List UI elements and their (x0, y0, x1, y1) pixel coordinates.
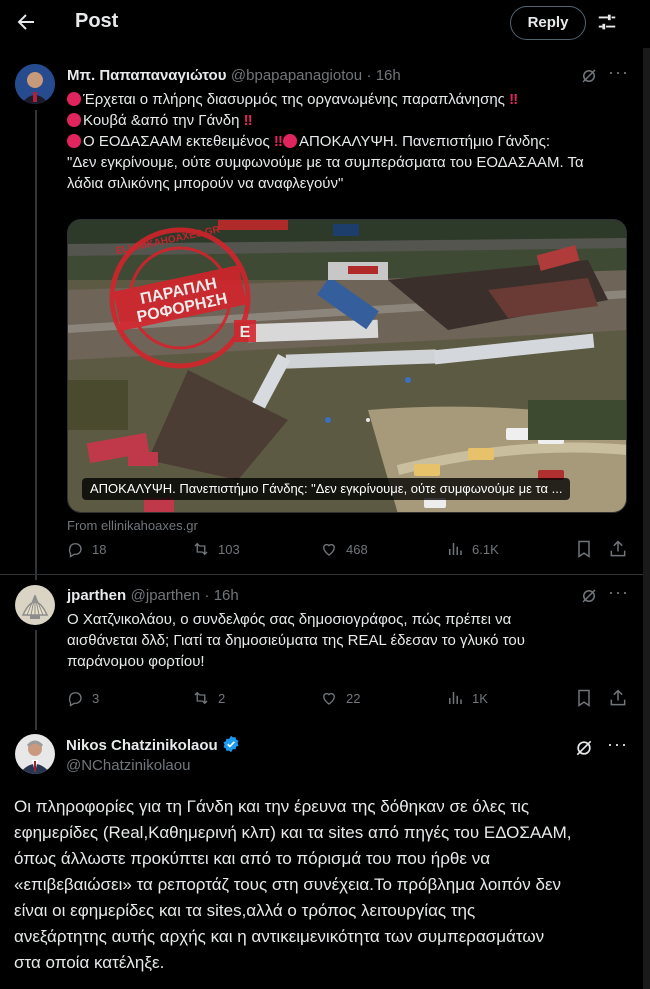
like-icon (323, 543, 335, 556)
grok-icon[interactable] (580, 587, 598, 605)
share-icon[interactable] (608, 688, 628, 708)
reply-icon (68, 543, 82, 558)
like-count: 22 (346, 690, 361, 706)
timestamp[interactable]: · 16h (367, 67, 401, 84)
tweet-actions: 3 2 22 1K (66, 688, 631, 710)
like-action[interactable]: 22 (320, 688, 360, 708)
tweet-text: Οι πληροφορίες για τη Γάνδη και την έρευ… (14, 797, 572, 972)
tweet-text: Ο Χατζνικολάου, ο συνδελφός σας δημοσιογ… (67, 611, 525, 670)
tweet[interactable]: jparthen @jparthen · 16h ··· Ο Χατζνικολ… (0, 575, 643, 715)
red-circle-icon (282, 134, 297, 148)
view-count: 6.1K (472, 541, 499, 557)
views-action[interactable]: 6.1K (446, 539, 499, 559)
grok-icon[interactable] (574, 738, 594, 758)
more-icon[interactable]: ··· (608, 583, 628, 606)
scrollbar[interactable] (643, 48, 650, 989)
views-icon (449, 692, 462, 704)
author-handle[interactable]: @jparthen (131, 587, 200, 604)
views-icon (449, 543, 462, 555)
tweet-actions: 18 103 468 6.1K (66, 539, 631, 561)
link-source[interactable]: From ellinikahoaxes.gr (67, 518, 198, 533)
reply-action[interactable]: 18 (66, 539, 106, 559)
repost-icon (194, 542, 208, 556)
author-handle[interactable]: @NChatzinikolaou (66, 757, 190, 774)
svg-text:E: E (240, 324, 251, 341)
red-circle-icon (67, 134, 81, 148)
more-icon[interactable]: ··· (608, 63, 628, 86)
repost-count: 103 (218, 541, 240, 557)
red-circle-icon (67, 92, 81, 106)
reply-icon (68, 692, 82, 707)
author-name[interactable]: Μπ. Παπαπαναγιώτου (67, 67, 226, 84)
avatar[interactable] (15, 64, 55, 104)
link-card-image[interactable]: ΠΑΡΑΠΛΗ ΡΟΦΟΡΗΣΗ E ELLINIKAHOAXES.GR ΑΠΟ… (67, 219, 627, 513)
views-action[interactable]: 1K (446, 688, 488, 708)
repost-action[interactable]: 2 (192, 688, 225, 708)
share-icon[interactable] (608, 539, 628, 559)
view-count: 1K (472, 690, 488, 706)
repost-count: 2 (218, 690, 226, 706)
avatar[interactable] (15, 734, 55, 774)
settings-sliders-icon[interactable] (596, 11, 618, 33)
reply-action[interactable]: 3 (66, 688, 99, 708)
timestamp[interactable]: · 16h (205, 587, 239, 604)
author-name[interactable]: jparthen (67, 587, 126, 604)
like-icon (323, 692, 335, 705)
top-bar: Post Reply (0, 0, 650, 46)
bookmark-icon[interactable] (574, 539, 594, 559)
page-title: Post (75, 10, 119, 32)
link-card-caption[interactable]: ΑΠΟΚΑΛΥΨΗ. Πανεπιστήμιο Γάνδης: "Δεν εγκ… (82, 478, 571, 500)
more-icon[interactable]: ··· (607, 735, 627, 758)
grok-icon[interactable] (580, 67, 598, 85)
bookmark-icon[interactable] (574, 688, 594, 708)
repost-action[interactable]: 103 (192, 539, 240, 559)
like-action[interactable]: 468 (320, 539, 368, 559)
reply-count: 3 (92, 690, 100, 706)
back-arrow-icon[interactable] (14, 10, 38, 34)
train-crash-aerial-image: ΠΑΡΑΠΛΗ ΡΟΦΟΡΗΣΗ E ELLINIKAHOAXES.GR (68, 220, 626, 512)
reply-count: 18 (92, 541, 107, 557)
reply-button[interactable]: Reply (510, 6, 586, 40)
avatar[interactable] (15, 585, 55, 625)
repost-icon (194, 691, 208, 705)
author-name[interactable]: Nikos Chatzinikolaou (66, 737, 218, 754)
tweet-text: Έρχεται ο πλήρης διασυρμός της οργανωμέν… (67, 91, 584, 192)
red-circle-icon (67, 113, 81, 127)
tweet[interactable]: Μπ. Παπαπαναγιώτου @bpapapanagiotou · 16… (0, 58, 643, 568)
like-count: 468 (346, 541, 368, 557)
verified-badge-icon (223, 735, 239, 753)
author-handle[interactable]: @bpapapanagiotou (231, 67, 362, 84)
